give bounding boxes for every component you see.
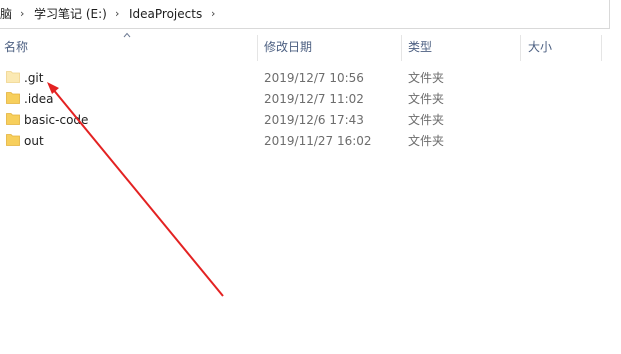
column-size[interactable]: 大小 — [528, 40, 552, 54]
breadcrumb-item-computer[interactable]: 脑 — [0, 7, 12, 21]
list-item[interactable]: basic-code 2019/12/6 17:43 文件夹 — [0, 109, 621, 130]
folder-icon — [6, 92, 20, 104]
folder-icon — [6, 113, 20, 125]
column-type[interactable]: 类型 — [408, 40, 432, 54]
column-divider[interactable] — [520, 35, 521, 61]
file-name: basic-code — [24, 113, 89, 127]
column-divider[interactable] — [257, 35, 258, 61]
column-divider[interactable] — [401, 35, 402, 61]
file-name: .idea — [24, 92, 54, 106]
breadcrumb[interactable]: 脑 › 学习笔记 (E:) › IdeaProjects › — [0, 0, 610, 29]
file-type: 文件夹 — [408, 92, 445, 106]
folder-icon — [6, 71, 20, 83]
list-item[interactable]: .git 2019/12/7 10:56 文件夹 — [0, 67, 621, 88]
sort-up-icon — [123, 32, 131, 38]
file-type: 文件夹 — [408, 134, 445, 148]
file-type: 文件夹 — [408, 71, 445, 85]
address-bar-divider — [609, 0, 610, 28]
column-name[interactable]: 名称 — [4, 40, 28, 54]
file-type: 文件夹 — [408, 113, 445, 127]
breadcrumb-item-folder[interactable]: IdeaProjects — [129, 7, 202, 21]
folder-icon — [6, 134, 20, 146]
file-modified: 2019/12/7 11:02 — [264, 92, 364, 106]
file-explorer: 脑 › 学习笔记 (E:) › IdeaProjects › 名称 修改日期 类… — [0, 0, 621, 354]
file-modified: 2019/11/27 16:02 — [264, 134, 372, 148]
breadcrumb-item-drive[interactable]: 学习笔记 (E:) — [34, 7, 107, 21]
file-name: .git — [24, 71, 44, 85]
file-modified: 2019/12/6 17:43 — [264, 113, 364, 127]
column-header: 名称 修改日期 类型 大小 — [0, 29, 621, 65]
column-modified[interactable]: 修改日期 — [264, 40, 312, 54]
chevron-right-icon[interactable]: › — [20, 7, 24, 21]
chevron-right-icon[interactable]: › — [115, 7, 119, 21]
file-modified: 2019/12/7 10:56 — [264, 71, 364, 85]
column-divider[interactable] — [601, 35, 602, 61]
list-item[interactable]: .idea 2019/12/7 11:02 文件夹 — [0, 88, 621, 109]
file-name: out — [24, 134, 44, 148]
list-item[interactable]: out 2019/11/27 16:02 文件夹 — [0, 130, 621, 151]
chevron-right-icon[interactable]: › — [211, 7, 215, 21]
